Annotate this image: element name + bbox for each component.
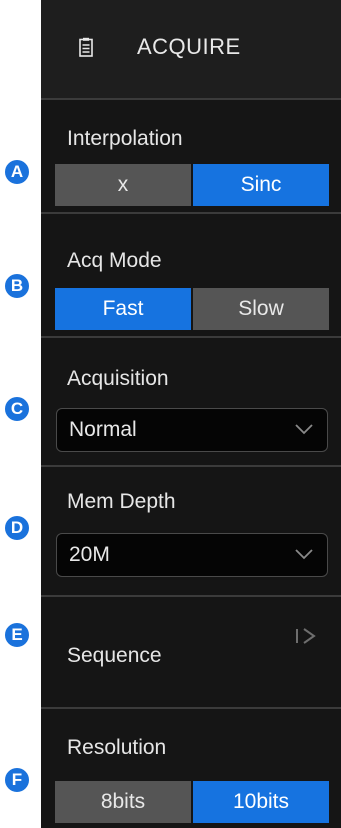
acq-mode-toggle: Fast Slow [55, 288, 329, 330]
interpolation-toggle: x Sinc [55, 164, 329, 206]
acq-mode-section: Acq Mode Fast Slow [41, 214, 341, 336]
callout-marker-f: F [3, 766, 31, 794]
acq-mode-label: Acq Mode [67, 249, 162, 272]
resolution-label: Resolution [67, 736, 167, 759]
acquire-menu-panel: ACQUIRE Interpolation x Sinc Acq Mode Fa… [41, 0, 341, 828]
resolution-toggle: 8bits 10bits [55, 781, 329, 823]
sequence-arrow-icon [296, 628, 316, 644]
acquisition-section: Acquisition Normal [41, 338, 341, 465]
chevron-down-icon [295, 549, 313, 560]
sequence-row[interactable]: Sequence [41, 597, 341, 707]
callout-marker-d: D [3, 514, 31, 542]
mem-depth-section: Mem Depth 20M [41, 467, 341, 595]
callout-marker-e: E [3, 621, 31, 649]
acquisition-label: Acquisition [67, 367, 169, 390]
mem-depth-value: 20M [69, 543, 110, 566]
acquisition-value: Normal [69, 418, 137, 441]
chevron-down-icon [295, 424, 313, 435]
resolution-10bits-button[interactable]: 10bits [193, 781, 329, 823]
callout-marker-c: C [3, 395, 31, 423]
acquisition-dropdown[interactable]: Normal [56, 408, 328, 452]
interpolation-x-button[interactable]: x [55, 164, 191, 206]
interpolation-section: Interpolation x Sinc [41, 100, 341, 212]
acq-mode-slow-button[interactable]: Slow [193, 288, 329, 330]
interpolation-sinc-button[interactable]: Sinc [193, 164, 329, 206]
mem-depth-label: Mem Depth [67, 490, 176, 513]
resolution-8bits-button[interactable]: 8bits [55, 781, 191, 823]
callout-marker-b: B [3, 272, 31, 300]
mem-depth-dropdown[interactable]: 20M [56, 533, 328, 577]
resolution-section: Resolution 8bits 10bits [41, 709, 341, 828]
acq-mode-fast-button[interactable]: Fast [55, 288, 191, 330]
sequence-label: Sequence [67, 644, 162, 667]
interpolation-label: Interpolation [67, 127, 183, 150]
callout-marker-a: A [3, 158, 31, 186]
menu-header: ACQUIRE [41, 0, 341, 98]
clipboard-icon [79, 37, 93, 57]
menu-title: ACQUIRE [137, 34, 241, 59]
